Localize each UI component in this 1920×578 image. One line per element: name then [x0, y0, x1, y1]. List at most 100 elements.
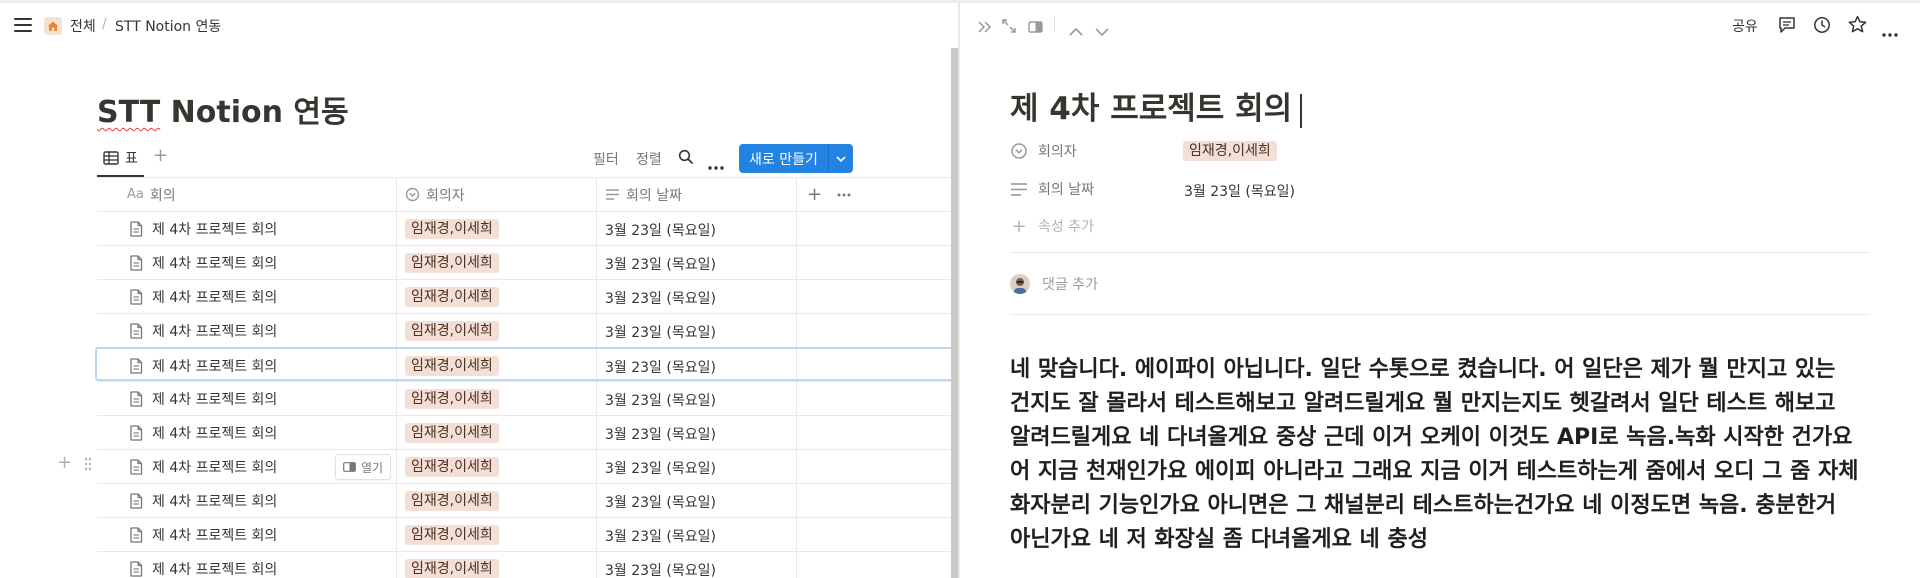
- column-attendees-label: 회의자: [426, 187, 465, 204]
- attendees-tag[interactable]: 임재경,이세희: [405, 287, 499, 307]
- row-title-cell[interactable]: 제 4차 프로젝트 회의: [129, 423, 277, 443]
- more-options-icon[interactable]: [708, 155, 724, 174]
- property-attendees[interactable]: 회의자: [1010, 137, 1077, 165]
- property-attendees-tag[interactable]: 임재경,이세희: [1183, 141, 1277, 161]
- pane-scrollbar[interactable]: [951, 48, 958, 578]
- side-peek-icon[interactable]: [1028, 18, 1043, 37]
- date-cell[interactable]: 3월 23일 (목요일): [605, 357, 716, 377]
- table-row[interactable]: 제 4차 프로젝트 회의 임재경,이세희 3월 23일 (목요일): [97, 517, 958, 551]
- date-cell[interactable]: 3월 23일 (목요일): [605, 526, 716, 546]
- date-cell[interactable]: 3월 23일 (목요일): [605, 288, 716, 308]
- page-icon: [130, 255, 143, 271]
- add-column-plus-icon[interactable]: +: [807, 178, 822, 211]
- table-row[interactable]: 제 4차 프로젝트 회의 임재경,이세희 3월 23일 (목요일): [97, 211, 958, 245]
- attendees-tag[interactable]: 임재경,이세희: [405, 491, 499, 511]
- row-title-cell[interactable]: 제 4차 프로젝트 회의: [129, 457, 277, 477]
- attendees-tag[interactable]: 임재경,이세희: [405, 457, 499, 477]
- property-date[interactable]: 회의 날짜: [1010, 175, 1094, 203]
- tab-table-label: 표: [125, 151, 138, 167]
- row-title-cell[interactable]: 제 4차 프로젝트 회의: [129, 219, 277, 239]
- side-peek-icon: [343, 462, 356, 472]
- page-title[interactable]: STT Notion 연동: [97, 87, 349, 131]
- date-cell[interactable]: 3월 23일 (목요일): [605, 424, 716, 444]
- breadcrumb-home[interactable]: 전체: [70, 16, 96, 36]
- table-row[interactable]: 제 4차 프로젝트 회의 임재경,이세희 3월 23일 (목요일): [97, 245, 958, 279]
- favorite-star-icon[interactable]: [1848, 15, 1867, 38]
- drag-handle-icon[interactable]: [84, 456, 92, 475]
- attendees-tag[interactable]: 임재경,이세희: [405, 525, 499, 545]
- detail-pane: 공유 제 4차 프로젝트 회의 회의자 임재경,이세희 회의 날짜 3월 23일…: [960, 3, 1920, 578]
- property-attendees-label: 회의자: [1038, 144, 1077, 160]
- table-row[interactable]: 제 4차 프로젝트 회의 임재경,이세희 3월 23일 (목요일): [97, 551, 958, 578]
- home-icon[interactable]: [44, 17, 62, 35]
- more-options-icon[interactable]: [1882, 22, 1898, 41]
- page-icon: [130, 425, 143, 441]
- property-date-label: 회의 날짜: [1038, 182, 1094, 198]
- row-title: 제 4차 프로젝트 회의: [152, 460, 278, 476]
- sidebar-menu-icon[interactable]: [14, 17, 32, 33]
- add-comment-row[interactable]: 댓글 추가: [1010, 274, 1098, 294]
- search-icon[interactable]: [678, 149, 694, 169]
- row-title-cell[interactable]: 제 4차 프로젝트 회의: [129, 253, 277, 273]
- date-cell[interactable]: 3월 23일 (목요일): [605, 458, 716, 478]
- add-row-plus-icon[interactable]: +: [57, 454, 72, 475]
- add-property-button[interactable]: + 속성 추가: [1010, 212, 1094, 240]
- column-header-date[interactable]: 회의 날짜: [605, 178, 682, 211]
- table-row[interactable]: 제 4차 프로젝트 회의 임재경,이세희 3월 23일 (목요일): [95, 347, 958, 381]
- attendees-tag[interactable]: 임재경,이세희: [405, 389, 499, 409]
- expand-icon[interactable]: [1002, 18, 1016, 37]
- attendees-tag[interactable]: 임재경,이세희: [405, 356, 499, 376]
- open-row-label: 열기: [361, 460, 384, 475]
- row-title: 제 4차 프로젝트 회의: [152, 494, 278, 510]
- page-icon: [130, 221, 143, 237]
- date-cell[interactable]: 3월 23일 (목요일): [605, 560, 716, 578]
- date-cell[interactable]: 3월 23일 (목요일): [605, 254, 716, 274]
- column-header-attendees[interactable]: 회의자: [405, 178, 465, 211]
- transcript-body[interactable]: 네 맞습니다. 에이파이 아닙니다. 일단 수톳으로 켰습니다. 어 일단은 제…: [1010, 353, 1872, 557]
- chevron-down-icon[interactable]: [829, 155, 853, 162]
- row-title-cell[interactable]: 제 4차 프로젝트 회의: [129, 321, 277, 341]
- table-row[interactable]: 제 4차 프로젝트 회의 임재경,이세희 3월 23일 (목요일): [97, 381, 958, 415]
- breadcrumb-page[interactable]: STT Notion 연동: [115, 16, 221, 36]
- property-date-value[interactable]: 3월 23일 (목요일): [1184, 181, 1295, 201]
- date-cell[interactable]: 3월 23일 (목요일): [605, 220, 716, 240]
- close-peek-icon[interactable]: [977, 18, 993, 37]
- table-row[interactable]: 제 4차 프로젝트 회의 임재경,이세희 3월 23일 (목요일): [97, 483, 958, 517]
- database-pane: 전체 / STT Notion 연동 STT Notion 연동 표 + 필터 …: [0, 3, 958, 578]
- table-row[interactable]: 제 4차 프로젝트 회의 임재경,이세희 3월 23일 (목요일): [97, 415, 958, 449]
- page-title-part1: STT: [97, 95, 161, 130]
- row-title-cell[interactable]: 제 4차 프로젝트 회의: [129, 491, 277, 511]
- table-row[interactable]: 제 4차 프로젝트 회의 임재경,이세희 3월 23일 (목요일): [97, 279, 958, 313]
- date-cell[interactable]: 3월 23일 (목요일): [605, 390, 716, 410]
- column-header-name[interactable]: Aa 회의: [127, 178, 176, 211]
- attendees-tag[interactable]: 임재경,이세희: [405, 423, 499, 443]
- chevron-down-icon[interactable]: [1095, 21, 1109, 40]
- sort-button[interactable]: 정렬: [636, 149, 662, 169]
- detail-title[interactable]: 제 4차 프로젝트 회의: [1010, 83, 1303, 128]
- new-button[interactable]: 새로 만들기: [739, 144, 853, 173]
- row-title-cell[interactable]: 제 4차 프로젝트 회의: [129, 356, 277, 376]
- open-row-button[interactable]: 열기: [335, 454, 392, 480]
- row-title-cell[interactable]: 제 4차 프로젝트 회의: [129, 559, 277, 578]
- row-title-cell[interactable]: 제 4차 프로젝트 회의: [129, 525, 277, 545]
- column-more-icon[interactable]: [837, 178, 851, 211]
- attendees-tag[interactable]: 임재경,이세희: [405, 219, 499, 239]
- share-button[interactable]: 공유: [1732, 16, 1758, 36]
- comment-icon[interactable]: [1778, 16, 1796, 38]
- text-lines-icon: [606, 189, 619, 200]
- date-cell[interactable]: 3월 23일 (목요일): [605, 492, 716, 512]
- date-cell[interactable]: 3월 23일 (목요일): [605, 322, 716, 342]
- table-row[interactable]: 제 4차 프로젝트 회의 열기 임재경,이세희 3월 23일 (목요일): [97, 449, 958, 483]
- row-title-cell[interactable]: 제 4차 프로젝트 회의: [129, 287, 277, 307]
- attendees-tag[interactable]: 임재경,이세희: [405, 253, 499, 273]
- filter-button[interactable]: 필터: [593, 149, 619, 169]
- properties-divider: [1010, 252, 1870, 253]
- attendees-tag[interactable]: 임재경,이세희: [405, 559, 499, 578]
- tab-table-view[interactable]: 표: [97, 141, 144, 177]
- add-view-plus-icon[interactable]: +: [153, 145, 168, 166]
- chevron-up-icon[interactable]: [1069, 21, 1083, 40]
- row-title-cell[interactable]: 제 4차 프로젝트 회의: [129, 389, 277, 409]
- table-row[interactable]: 제 4차 프로젝트 회의 임재경,이세희 3월 23일 (목요일): [97, 313, 958, 347]
- attendees-tag[interactable]: 임재경,이세희: [405, 321, 499, 341]
- history-clock-icon[interactable]: [1813, 16, 1831, 38]
